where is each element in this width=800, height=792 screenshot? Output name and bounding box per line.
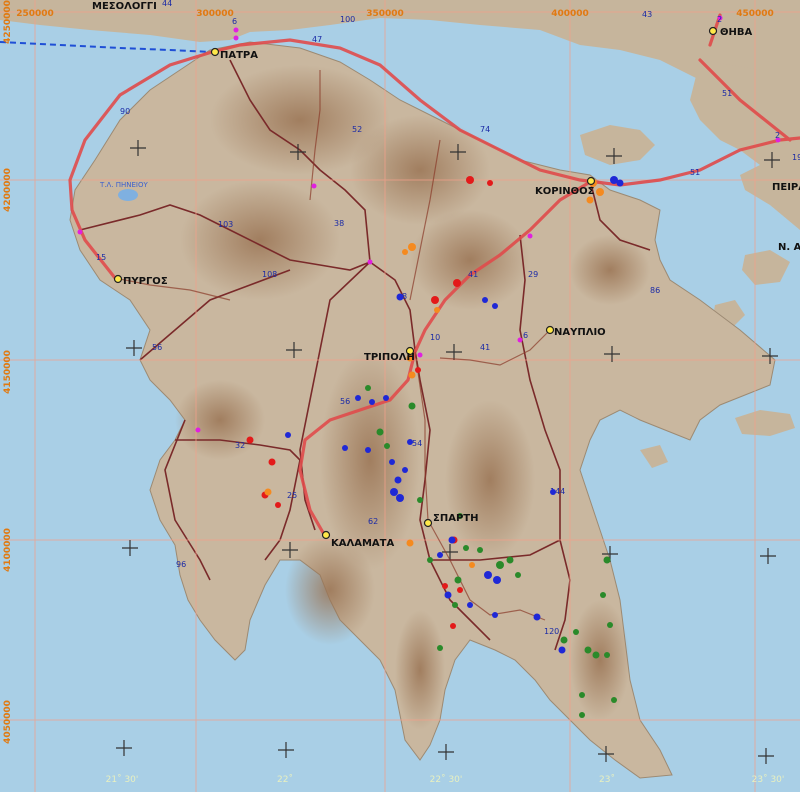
road-number: 54 [412, 439, 422, 448]
grid-y-label: 4250000 [3, 0, 13, 44]
road-number: 51 [690, 168, 700, 177]
road-number: 108 [262, 270, 277, 279]
lon-label: 22˚ [277, 774, 293, 785]
grid-x-label: 250000 [16, 9, 54, 19]
road-number: 32 [235, 441, 245, 450]
grid-x-label: 400000 [551, 9, 589, 19]
city-label: ΚΑΛΑΜΑΤΑ [331, 538, 394, 549]
road-number: 44 [162, 0, 172, 8]
road-number: 6 [523, 331, 528, 340]
road-number: 2 [775, 131, 780, 140]
road-number: 43 [642, 10, 652, 19]
road-number: 90 [120, 107, 130, 116]
lon-label: 21˚ 30' [106, 774, 139, 785]
grid-x-label: 450000 [736, 9, 774, 19]
lon-label: 23˚ [599, 774, 615, 785]
grid-x-label: 300000 [196, 9, 234, 19]
city-label: ΠΕΙΡΑ [772, 182, 800, 193]
road-number: 103 [218, 220, 233, 229]
grid-y-label: 4100000 [3, 528, 13, 572]
peloponnese-map[interactable]: 250000 300000 350000 400000 450000 42500… [0, 0, 800, 792]
city-label: ΣΠΑΡΤΗ [433, 513, 478, 524]
road-number: 15 [96, 253, 106, 262]
lake-label: Τ.Λ. ΠΗΝΕΙΟΥ [99, 181, 149, 189]
city-label: ΚΟΡΙΝΘΟΣ [535, 186, 595, 197]
city-label: ΤΡΙΠΟΛΗ [364, 352, 415, 363]
city-label: ΘΗΒΑ [720, 27, 752, 38]
road-number: 41 [480, 343, 490, 352]
grid-y-label: 4050000 [3, 700, 13, 744]
city-label: ΝΑΥΠΛΙΟ [554, 327, 606, 338]
grid-x-label: 350000 [366, 9, 404, 19]
road-number: 47 [312, 35, 322, 44]
road-number: 10 [430, 333, 440, 342]
lake-pineios [118, 189, 138, 201]
lon-label: 22˚ 30' [430, 774, 463, 785]
road-number: 41 [468, 270, 478, 279]
road-number: 38 [334, 219, 344, 228]
road-number: 120 [544, 627, 559, 636]
city-label: ΜΕΣΟΛΟΓΓΙ [92, 1, 157, 12]
city-label: ΠΑΤΡΑ [220, 50, 258, 61]
road-number: 52 [352, 125, 362, 134]
road-number: 51 [722, 89, 732, 98]
road-number: 56 [340, 397, 350, 406]
road-number: 2 [717, 15, 722, 24]
city-label: Ν. Α [778, 242, 800, 253]
road-number: 29 [528, 270, 538, 279]
grid-y-label: 4200000 [3, 168, 13, 212]
road-number: 62 [368, 517, 378, 526]
grid-y-label: 4150000 [3, 350, 13, 394]
city-label: ΠΥΡΓΟΣ [123, 276, 168, 287]
road-number: 6 [232, 17, 237, 26]
road-number: 19 [792, 153, 800, 162]
road-number: 74 [480, 125, 490, 134]
lon-label: 23˚ 30' [752, 774, 785, 785]
road-number: 96 [176, 560, 186, 569]
road-number: 56 [152, 343, 162, 352]
road-number: 86 [650, 286, 660, 295]
road-number: 100 [340, 15, 355, 24]
road-number: 25 [287, 491, 297, 500]
